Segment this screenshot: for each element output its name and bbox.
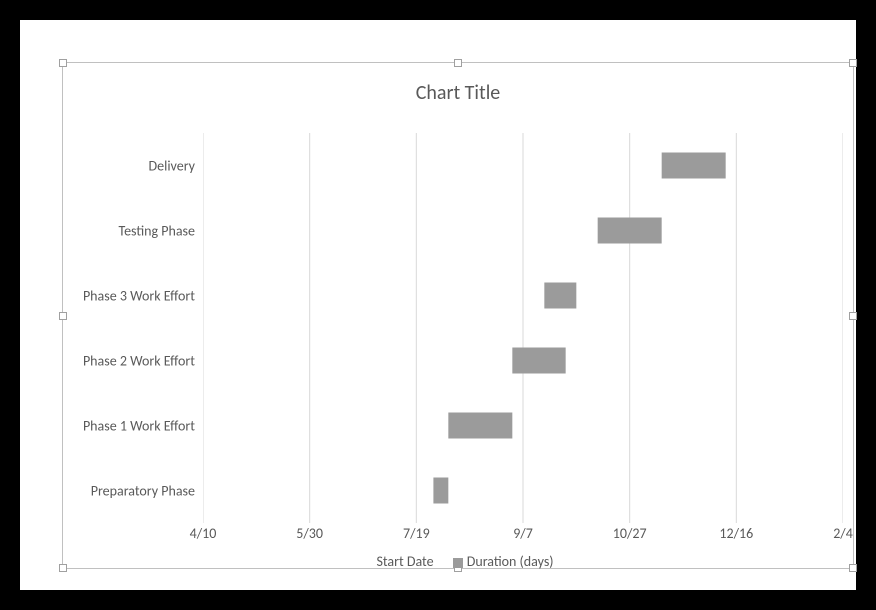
plot-svg [203, 133, 843, 523]
bar-delivery[interactable] [662, 153, 726, 179]
x-tick-label: 4/10 [190, 525, 217, 542]
x-tick-label: 12/16 [719, 525, 753, 542]
bar-phase3[interactable] [544, 283, 576, 309]
x-axis[interactable]: 4/10 5/30 7/19 9/7 10/27 12/16 2/4 [203, 525, 843, 545]
resize-handle-r[interactable] [849, 312, 857, 320]
x-tick-label: 9/7 [513, 525, 533, 542]
x-tick-label: 7/19 [403, 525, 430, 542]
bar-phase1[interactable] [448, 413, 512, 439]
y-tick-label: Phase 2 Work Effort [63, 352, 195, 369]
page: Chart Title Preparatory Phase Phase 1 Wo… [20, 20, 856, 590]
chart-title[interactable]: Chart Title [63, 63, 853, 115]
x-tick-label: 2/4 [833, 525, 853, 542]
bar-phase2[interactable] [512, 348, 565, 374]
series-duration[interactable] [433, 153, 725, 504]
legend-label: Duration (days) [467, 553, 554, 570]
legend-swatch-duration [453, 558, 463, 568]
resize-handle-t[interactable] [454, 59, 462, 67]
x-tick-label: 5/30 [296, 525, 323, 542]
legend[interactable]: Start Date Duration (days) [63, 553, 853, 570]
chart-object-frame[interactable]: Chart Title Preparatory Phase Phase 1 Wo… [62, 62, 854, 569]
resize-handle-tl[interactable] [59, 59, 67, 67]
y-axis[interactable]: Preparatory Phase Phase 1 Work Effort Ph… [63, 133, 195, 523]
gridlines [203, 133, 843, 523]
y-tick-label: Preparatory Phase [63, 482, 195, 499]
y-tick-label: Phase 3 Work Effort [63, 287, 195, 304]
legend-item-start[interactable]: Start Date [362, 553, 433, 570]
legend-label: Start Date [376, 553, 433, 570]
y-tick-label: Phase 1 Work Effort [63, 417, 195, 434]
resize-handle-tr[interactable] [849, 59, 857, 67]
plot-area[interactable] [203, 133, 843, 523]
legend-item-duration[interactable]: Duration (days) [453, 553, 554, 570]
x-tick-label: 10/27 [613, 525, 647, 542]
y-tick-label: Delivery [63, 157, 195, 174]
bar-testing[interactable] [598, 218, 662, 244]
y-tick-label: Testing Phase [63, 222, 195, 239]
legend-swatch-start [362, 558, 372, 568]
bar-preparatory[interactable] [433, 478, 448, 504]
